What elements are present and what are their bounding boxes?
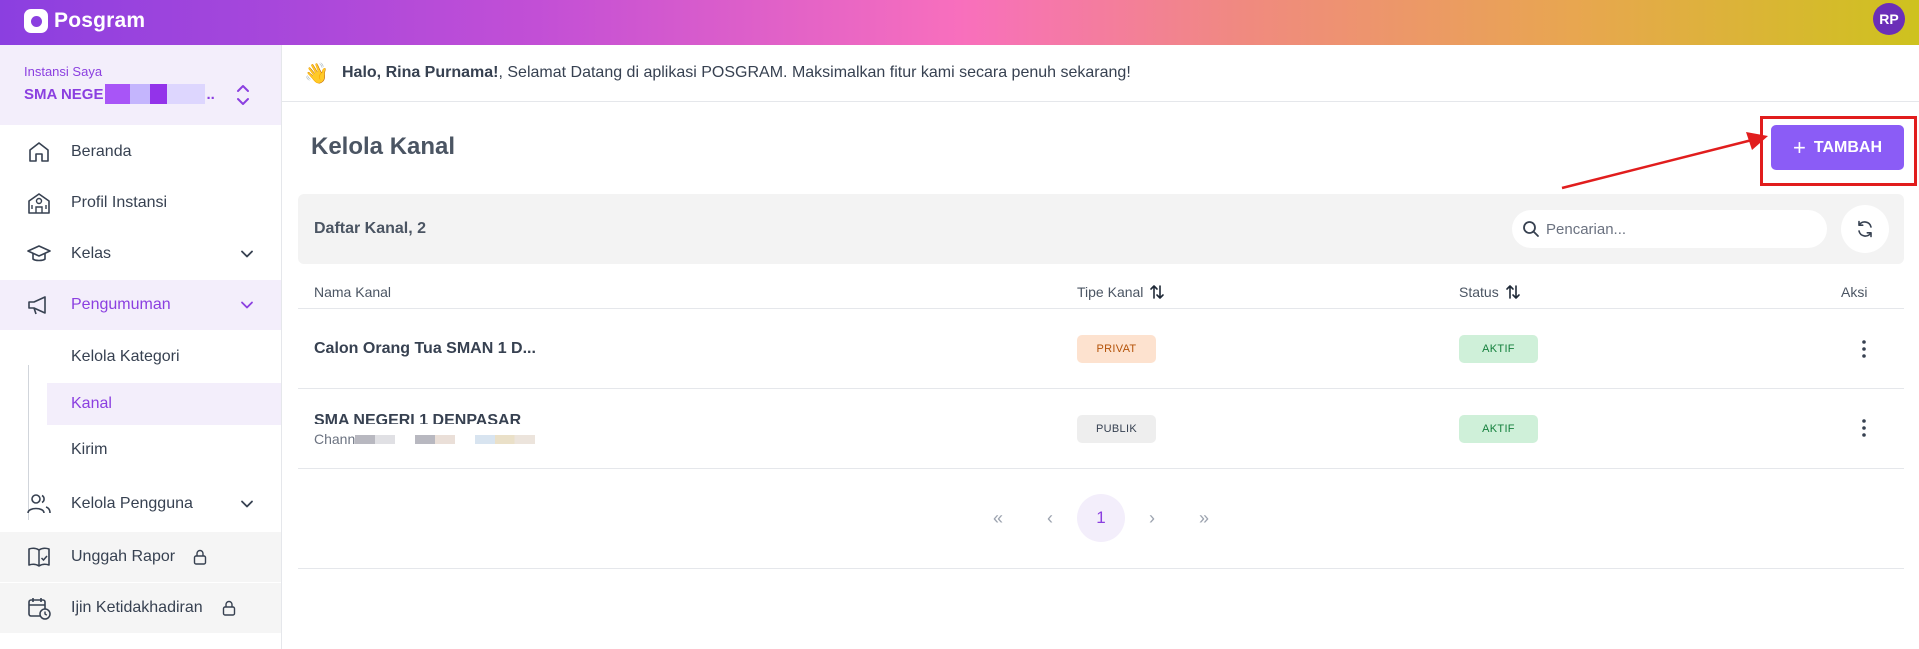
user-avatar[interactable]: RP [1873, 3, 1905, 35]
sidebar-item-unggah-rapor[interactable]: Unggah Rapor [0, 532, 281, 582]
next-page-button[interactable]: › [1128, 494, 1176, 542]
channel-count-title: Daftar Kanal, 2 [314, 220, 427, 237]
app-logo[interactable]: Posgram [24, 9, 145, 33]
sidebar-subitem-kanal[interactable]: Kanal [47, 383, 281, 425]
search-icon [1523, 221, 1539, 237]
add-button[interactable]: + TAMBAH [1771, 125, 1904, 170]
lock-icon [193, 549, 207, 565]
app-name: Posgram [54, 9, 146, 32]
column-header-name: Nama Kanal [314, 284, 392, 300]
page-title: Kelola Kanal [311, 133, 456, 160]
sidebar-item-kelola-pengguna[interactable]: Kelola Pengguna [0, 479, 281, 529]
type-badge: PRIVAT [1077, 335, 1156, 363]
sidebar-subitem-kirim[interactable]: Kirim [47, 429, 281, 471]
greeting-text: Halo, Rina Purnama!, Selamat Datang di a… [342, 64, 1131, 81]
page-number-button[interactable]: 1 [1077, 494, 1125, 542]
channel-list-toolbar: Daftar Kanal, 2 [298, 194, 1904, 264]
redacted-block [105, 84, 206, 104]
institution-switcher[interactable]: Instansi Saya SMA NEGE .. [0, 45, 281, 125]
sidebar-item-kelas[interactable]: Kelas [0, 229, 281, 279]
graduation-cap-icon [27, 245, 51, 262]
users-icon [27, 494, 51, 514]
chevron-down-icon [241, 301, 253, 309]
more-options-icon[interactable] [1857, 338, 1871, 360]
channel-name[interactable]: Calon Orang Tua SMAN 1 D... [314, 340, 536, 358]
home-icon [29, 142, 49, 162]
annotation-arrow [1561, 132, 1768, 190]
redacted-block [355, 434, 396, 444]
column-header-status[interactable]: Status [1459, 284, 1521, 300]
lock-icon [222, 600, 236, 616]
more-options-icon[interactable] [1857, 417, 1871, 439]
last-page-button[interactable]: » [1180, 494, 1228, 542]
greeting-bar: 👋 Halo, Rina Purnama!, Selamat Datang di… [282, 45, 1919, 102]
prev-page-button[interactable]: ‹ [1026, 494, 1074, 542]
redacted-block [415, 434, 456, 444]
logo-icon [24, 9, 48, 33]
sidebar-subitem-kelola-kategori[interactable]: Kelola Kategori [47, 336, 281, 378]
building-icon [28, 193, 50, 214]
first-page-button[interactable]: « [974, 494, 1022, 542]
plus-icon: + [1793, 134, 1806, 160]
status-badge: AKTIF [1459, 335, 1538, 363]
institution-name: SMA NEGE .. [24, 84, 215, 104]
book-check-icon [28, 547, 50, 567]
sort-icon[interactable] [1505, 284, 1521, 300]
waving-hand-icon: 👋 [304, 62, 329, 85]
row-divider [298, 468, 1904, 469]
row-divider [298, 308, 1904, 309]
refresh-button[interactable] [1841, 205, 1889, 253]
channel-description: Channe [314, 431, 536, 447]
column-header-type[interactable]: Tipe Kanal [1077, 284, 1165, 300]
table-bottom-divider [298, 568, 1904, 569]
top-bar: Posgram RP [0, 0, 1919, 45]
sidebar-item-beranda[interactable]: Beranda [0, 127, 281, 177]
sidebar: Instansi Saya SMA NEGE .. Beranda Profil… [0, 45, 282, 649]
chevron-up-down-icon[interactable] [236, 81, 250, 109]
status-badge: AKTIF [1459, 415, 1538, 443]
sort-icon[interactable] [1149, 284, 1165, 300]
sidebar-item-pengumuman[interactable]: Pengumuman [0, 280, 281, 330]
megaphone-icon [28, 296, 46, 315]
type-badge: PUBLIK [1077, 415, 1156, 443]
sidebar-item-profil-instansi[interactable]: Profil Instansi [0, 178, 281, 228]
chevron-down-icon [241, 500, 253, 508]
sidebar-item-ijin-ketidakhadiran[interactable]: Ijin Ketidakhadiran [0, 583, 281, 633]
channel-name[interactable]: SMA NEGERI 1 DENPASAR [314, 412, 521, 424]
chevron-down-icon [241, 250, 253, 258]
calendar-clock-icon [28, 598, 51, 620]
search-box[interactable] [1512, 210, 1827, 248]
refresh-icon [1858, 220, 1872, 238]
institution-label: Instansi Saya [24, 64, 103, 79]
row-divider [298, 388, 1904, 389]
search-input[interactable] [1546, 220, 1816, 238]
column-header-action: Aksi [1841, 284, 1868, 300]
redacted-block [475, 434, 536, 444]
